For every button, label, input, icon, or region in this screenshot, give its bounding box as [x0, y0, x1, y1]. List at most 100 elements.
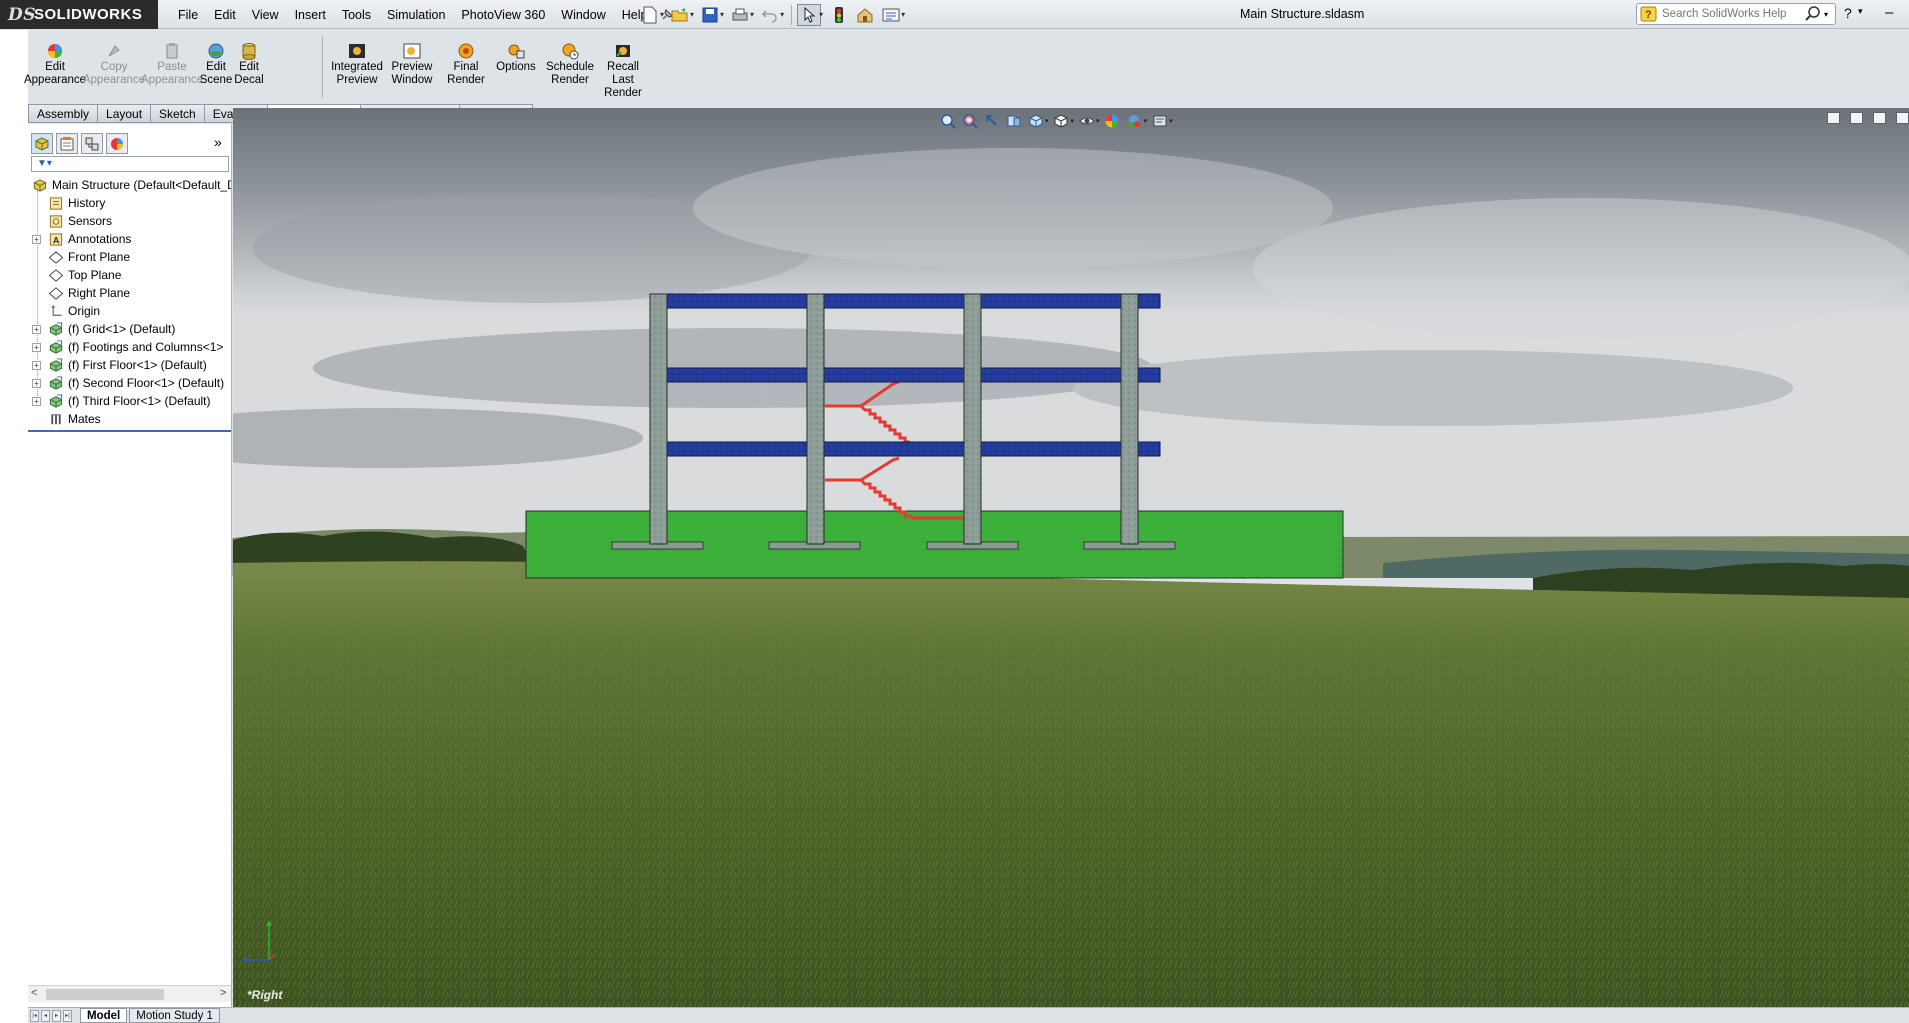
- undo-dropdown-arrow[interactable]: ▾: [780, 10, 784, 19]
- display-style-dropdown[interactable]: ▾: [1071, 117, 1075, 125]
- menu-file[interactable]: File: [170, 8, 206, 22]
- options-list-icon[interactable]: [879, 4, 903, 26]
- minimize-icon[interactable]: –: [1885, 4, 1893, 21]
- expand-toggle-icon[interactable]: +: [32, 360, 41, 370]
- view-settings-dropdown[interactable]: ▾: [1169, 117, 1173, 125]
- tree-filter[interactable]: ▼▾: [31, 156, 229, 172]
- menu-view[interactable]: View: [244, 8, 287, 22]
- apply-scene-dropdown[interactable]: ▾: [1144, 117, 1148, 125]
- tree-item[interactable]: Top Plane: [28, 266, 231, 284]
- menu-photoview[interactable]: PhotoView 360: [453, 8, 553, 22]
- hide-show-items-icon[interactable]: [1077, 112, 1096, 131]
- help-search-box[interactable]: ? ▾: [1636, 3, 1836, 25]
- second-floor-beam[interactable]: [665, 441, 1161, 457]
- render-options-button[interactable]: Options: [494, 42, 538, 74]
- view-orientation-dropdown[interactable]: ▾: [1045, 117, 1049, 125]
- schedule-render-button[interactable]: Schedule Render: [544, 42, 596, 87]
- property-manager-tab-icon[interactable]: [56, 133, 78, 154]
- graphics-area[interactable]: ▾ ▾ ▾ ▾ ▾ *Right: [233, 108, 1909, 1007]
- final-render-button[interactable]: Final Render: [444, 42, 488, 87]
- roof-beam[interactable]: [665, 293, 1161, 309]
- minimize-view-icon[interactable]: [1873, 112, 1886, 124]
- expand-toggle-icon[interactable]: +: [32, 396, 41, 406]
- column-3[interactable]: [963, 293, 982, 545]
- maximize-view-icon[interactable]: [1896, 112, 1909, 124]
- expand-toggle-icon[interactable]: +: [32, 378, 41, 388]
- previous-view-icon[interactable]: [982, 112, 1001, 131]
- display-manager-tab-icon[interactable]: [106, 133, 128, 154]
- rebuild-traffic-light-icon[interactable]: [827, 4, 851, 26]
- tree-item[interactable]: + A Annotations: [28, 230, 231, 248]
- menu-window[interactable]: Window: [553, 8, 613, 22]
- scroll-left-icon[interactable]: <: [31, 987, 37, 999]
- search-input[interactable]: [1662, 8, 1802, 20]
- new-document-icon[interactable]: [638, 4, 662, 26]
- column-2[interactable]: [806, 293, 825, 545]
- tree-item[interactable]: Mates: [28, 410, 231, 428]
- view-settings-icon[interactable]: [1150, 112, 1169, 131]
- edit-appearance-button[interactable]: Edit Appearance: [24, 42, 86, 87]
- rollback-bar[interactable]: [28, 430, 231, 432]
- edit-appearance-view-icon[interactable]: [1103, 112, 1122, 131]
- view-orientation-icon[interactable]: [1026, 112, 1045, 131]
- menu-edit[interactable]: Edit: [206, 8, 244, 22]
- tree-item[interactable]: Sensors: [28, 212, 231, 230]
- restore-view-icon[interactable]: [1850, 112, 1863, 124]
- tile-view-icon[interactable]: [1827, 112, 1840, 124]
- copy-appearance-button[interactable]: Copy Appearance: [83, 42, 145, 87]
- menu-simulation[interactable]: Simulation: [379, 8, 453, 22]
- help-button[interactable]: ?: [1844, 5, 1852, 21]
- preview-window-button[interactable]: Preview Window: [388, 42, 436, 87]
- scroll-right-icon[interactable]: >: [220, 987, 226, 999]
- new-dropdown-arrow[interactable]: ▾: [660, 10, 664, 19]
- file-properties-icon[interactable]: [853, 4, 877, 26]
- first-tab-icon[interactable]: |◂: [30, 1009, 39, 1022]
- menu-tools[interactable]: Tools: [334, 8, 379, 22]
- expand-toggle-icon[interactable]: +: [32, 324, 41, 334]
- section-view-icon[interactable]: [1004, 112, 1023, 131]
- zoom-to-fit-icon[interactable]: [938, 112, 957, 131]
- tab-sketch[interactable]: Sketch: [151, 104, 205, 123]
- tree-item[interactable]: + (f) Second Floor<1> (Default): [28, 374, 231, 392]
- tree-item[interactable]: Right Plane: [28, 284, 231, 302]
- hide-show-dropdown[interactable]: ▾: [1096, 117, 1100, 125]
- menu-insert[interactable]: Insert: [287, 8, 334, 22]
- edit-decal-button[interactable]: Edit Decal: [234, 42, 264, 87]
- tree-item[interactable]: + (f) Footings and Columns<1>: [28, 338, 231, 356]
- tab-assembly[interactable]: Assembly: [28, 104, 99, 123]
- expand-panel-icon[interactable]: »: [214, 134, 222, 150]
- select-dropdown-arrow[interactable]: ▾: [819, 10, 823, 19]
- next-tab-icon[interactable]: ▸: [52, 1009, 61, 1022]
- expand-toggle-icon[interactable]: +: [32, 234, 41, 244]
- help-dropdown-arrow[interactable]: ▾: [1858, 6, 1863, 17]
- solidworks-logo[interactable]: DS SOLIDWORKS: [0, 0, 158, 29]
- tree-item[interactable]: History: [28, 194, 231, 212]
- tree-item[interactable]: + (f) First Floor<1> (Default): [28, 356, 231, 374]
- tab-motion-study-1[interactable]: Motion Study 1: [129, 1008, 220, 1023]
- apply-scene-icon[interactable]: [1125, 112, 1144, 131]
- column-1[interactable]: [649, 293, 668, 545]
- undo-icon[interactable]: [758, 4, 782, 26]
- open-dropdown-arrow[interactable]: ▾: [690, 10, 694, 19]
- feature-tree-tab-icon[interactable]: [31, 133, 53, 154]
- column-4[interactable]: [1120, 293, 1139, 545]
- scroll-thumb[interactable]: [46, 989, 164, 1000]
- previous-tab-icon[interactable]: ◂: [41, 1009, 50, 1022]
- tree-item[interactable]: + (f) Grid<1> (Default): [28, 320, 231, 338]
- select-pointer-icon[interactable]: [797, 3, 822, 26]
- open-folder-icon[interactable]: [668, 4, 692, 26]
- paste-appearance-button[interactable]: Paste Appearance: [141, 42, 203, 87]
- zoom-to-area-icon[interactable]: [960, 112, 979, 131]
- tree-root-assembly[interactable]: Main Structure (Default<Default_D: [28, 176, 231, 194]
- edit-scene-button[interactable]: Edit Scene: [200, 42, 232, 87]
- search-dropdown-arrow[interactable]: ▾: [1824, 10, 1828, 19]
- print-dropdown-arrow[interactable]: ▾: [750, 10, 754, 19]
- tree-item[interactable]: Origin: [28, 302, 231, 320]
- display-style-icon[interactable]: [1052, 112, 1071, 131]
- tree-item[interactable]: + (f) Third Floor<1> (Default): [28, 392, 231, 410]
- save-dropdown-arrow[interactable]: ▾: [720, 10, 724, 19]
- print-icon[interactable]: [728, 4, 752, 26]
- integrated-preview-button[interactable]: Integrated Preview: [329, 42, 385, 87]
- expand-toggle-icon[interactable]: +: [32, 342, 41, 352]
- options-dropdown-arrow[interactable]: ▾: [901, 10, 905, 19]
